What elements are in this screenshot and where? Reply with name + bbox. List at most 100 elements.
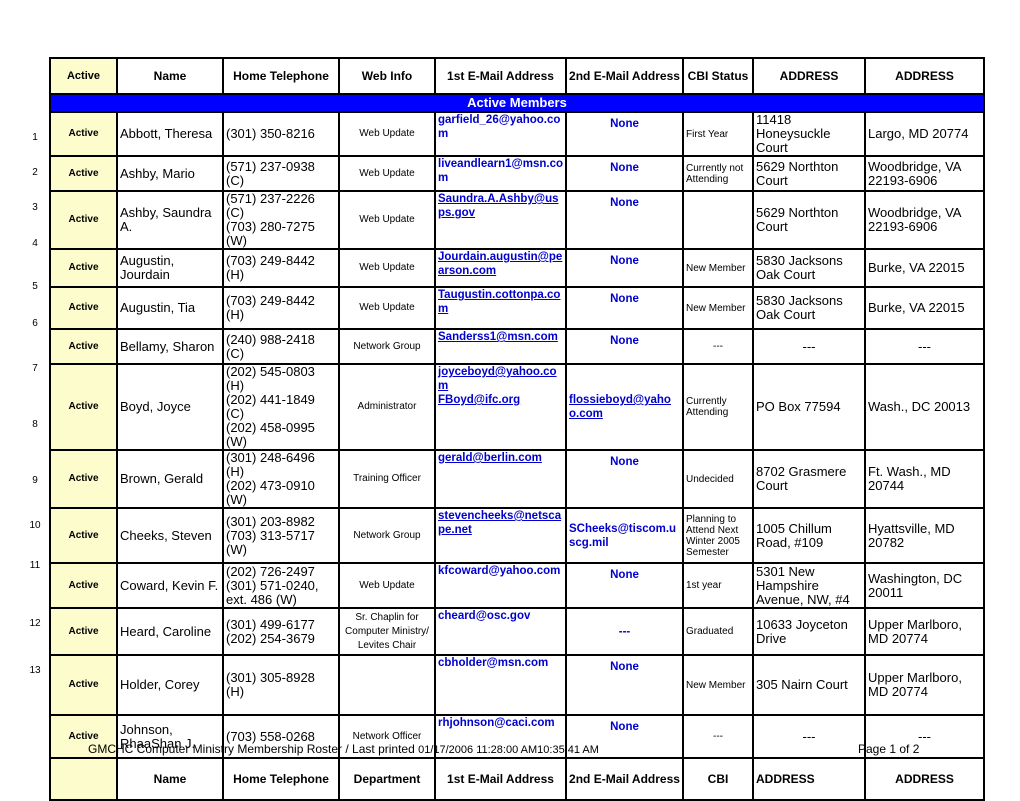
member-web-info: Web Update bbox=[338, 248, 436, 288]
member-email1-cell: Saundra.A.Ashby@usps.gov bbox=[434, 190, 567, 250]
header-name: Name bbox=[116, 57, 224, 95]
member-address1: 5629 Northton Court bbox=[752, 190, 866, 250]
member-email1-cell: liveandlearn1@msn.com bbox=[434, 155, 567, 192]
member-rows: Active Abbott, Theresa (301) 350-8216 Web U… bbox=[49, 111, 985, 759]
active-status: Active bbox=[49, 507, 118, 564]
member-address2: Burke, VA 22015 bbox=[864, 286, 985, 330]
member-row: Active Coward, Kevin F. (202) 726-2497 (30… bbox=[49, 562, 985, 609]
member-phone: (301) 499-6177 (202) 254-3679 bbox=[222, 607, 340, 656]
member-row: Active Holder, Corey (301) 305-8928 (H) cbh… bbox=[49, 654, 985, 716]
member-email1-cell: Sanderss1@msn.com bbox=[434, 328, 567, 365]
member-cbi-status: Currently Attending bbox=[682, 363, 754, 451]
member-phone: (240) 988-2418 (C) bbox=[222, 328, 340, 365]
member-email2-cell: flossieboyd@yahoo.com bbox=[565, 363, 684, 451]
member-address2: Woodbridge, VA 22193-6906 bbox=[864, 190, 985, 250]
member-row: Active Boyd, Joyce (202) 545-0803 (H) (202… bbox=[49, 363, 985, 451]
member-cbi-status: New Member bbox=[682, 654, 754, 716]
row-number: 2 bbox=[32, 167, 38, 178]
member-phone: (703) 249-8442 (H) bbox=[222, 248, 340, 288]
member-name: Augustin, Tia bbox=[116, 286, 224, 330]
member-email2-link[interactable]: flossieboyd@yahoo.com bbox=[569, 394, 671, 420]
active-status: Active bbox=[49, 328, 118, 365]
active-status: Active bbox=[49, 155, 118, 192]
member-email2[interactable]: SCheeks@tiscom.uscg.mil bbox=[569, 523, 676, 549]
row-number: 4 bbox=[32, 238, 38, 249]
active-status: Active bbox=[49, 111, 118, 157]
member-address2: Wash., DC 20013 bbox=[864, 363, 985, 451]
member-email1-link[interactable]: gerald@berlin.com bbox=[438, 452, 542, 464]
member-cbi-status: New Member bbox=[682, 248, 754, 288]
member-address2: Washington, DC 20011 bbox=[864, 562, 985, 609]
member-address2: Upper Marlboro, MD 20774 bbox=[864, 607, 985, 656]
member-cbi-status bbox=[682, 190, 754, 250]
member-row: Active Brown, Gerald (301) 248-6496 (H) (2… bbox=[49, 449, 985, 509]
member-email1-link[interactable]: Jourdain.augustin@pearson.com bbox=[438, 251, 562, 277]
member-email1b-link[interactable]: FBoyd@ifc.org bbox=[438, 394, 520, 406]
member-email1-link[interactable]: Taugustin.cottonpa.com bbox=[438, 289, 560, 315]
membership-roster-table: Active Name Home Telephone Web Info 1st … bbox=[49, 57, 985, 801]
member-email1[interactable]: cheard@osc.gov bbox=[438, 610, 530, 622]
header-home-telephone: Home Telephone bbox=[222, 57, 340, 95]
member-name: Coward, Kevin F. bbox=[116, 562, 224, 609]
member-web-info: Training Officer bbox=[338, 449, 436, 509]
footer-header-address2: ADDRESS bbox=[864, 757, 985, 801]
member-cbi-status: First Year bbox=[682, 111, 754, 157]
page-footer-title: GMCHC Computer Ministry Membership Roste… bbox=[88, 742, 599, 756]
member-email2: None bbox=[565, 286, 684, 330]
member-email1-link[interactable]: stevencheeks@netscape.net bbox=[438, 510, 561, 536]
member-web-info: Web Update bbox=[338, 562, 436, 609]
member-name: Ashby, Mario bbox=[116, 155, 224, 192]
row-number: 10 bbox=[29, 520, 41, 531]
member-address1: 1005 Chillum Road, #109 bbox=[752, 507, 866, 564]
member-name: Boyd, Joyce bbox=[116, 363, 224, 451]
footer-header-home-telephone: Home Telephone bbox=[222, 757, 340, 801]
member-web-info: Web Update bbox=[338, 286, 436, 330]
footer-title-text: GMCHC Computer Ministry Membership Roste… bbox=[88, 742, 419, 756]
member-email1-cell: kfcoward@yahoo.com bbox=[434, 562, 567, 609]
active-status: Active bbox=[49, 248, 118, 288]
member-email2: --- bbox=[565, 607, 684, 656]
member-phone: (301) 203-8982 (703) 313-5717 (W) bbox=[222, 507, 340, 564]
member-name: Ashby, Saundra A. bbox=[116, 190, 224, 250]
footer-header-email2: 2nd E-Mail Address bbox=[565, 757, 684, 801]
active-status: Active bbox=[49, 190, 118, 250]
member-email1[interactable]: cbholder@msn.com bbox=[438, 657, 548, 669]
member-email1-cell: gerald@berlin.com bbox=[434, 449, 567, 509]
member-email1[interactable]: kfcoward@yahoo.com bbox=[438, 565, 560, 577]
member-email1-link[interactable]: joyceboyd@yahoo.com bbox=[438, 366, 557, 392]
member-name: Augustin, Jourdain bbox=[116, 248, 224, 288]
member-web-info: Sr. Chaplin for Computer Ministry/ Levit… bbox=[338, 607, 436, 656]
header-address1: ADDRESS bbox=[752, 57, 866, 95]
member-web-info: Network Group bbox=[338, 328, 436, 365]
member-address1: 5629 Northton Court bbox=[752, 155, 866, 192]
member-address1: 305 Nairn Court bbox=[752, 654, 866, 716]
member-address1: --- bbox=[752, 714, 866, 759]
member-email1-cell: Taugustin.cottonpa.com bbox=[434, 286, 567, 330]
member-email1[interactable]: liveandlearn1@msn.com bbox=[438, 158, 563, 184]
member-address2: Upper Marlboro, MD 20774 bbox=[864, 654, 985, 716]
active-status: Active bbox=[49, 449, 118, 509]
member-address2: Woodbridge, VA 22193-6906 bbox=[864, 155, 985, 192]
row-number: 3 bbox=[32, 202, 38, 213]
member-name: Bellamy, Sharon bbox=[116, 328, 224, 365]
member-row: Active Bellamy, Sharon (240) 988-2418 (C) N… bbox=[49, 328, 985, 365]
section-title: Active Members bbox=[49, 93, 985, 113]
member-email1-link[interactable]: Sanderss1@msn.com bbox=[438, 331, 558, 343]
member-email2: None bbox=[565, 562, 684, 609]
header-cbi-status: CBI Status bbox=[682, 57, 754, 95]
member-web-info: Web Update bbox=[338, 111, 436, 157]
member-phone: (301) 248-6496 (H) (202) 473-0910 (W) bbox=[222, 449, 340, 509]
member-address1: 10633 Joyceton Drive bbox=[752, 607, 866, 656]
member-email1[interactable]: garfield_26@yahoo.com bbox=[438, 114, 560, 140]
member-address2: Burke, VA 22015 bbox=[864, 248, 985, 288]
member-email1-cell: garfield_26@yahoo.com bbox=[434, 111, 567, 157]
member-cbi-status: New Member bbox=[682, 286, 754, 330]
member-email1-link[interactable]: Saundra.A.Ashby@usps.gov bbox=[438, 193, 559, 219]
member-email1[interactable]: rhjohnson@caci.com bbox=[438, 717, 555, 729]
member-row: Active Augustin, Jourdain (703) 249-8442 (… bbox=[49, 248, 985, 288]
member-web-info: Web Update bbox=[338, 190, 436, 250]
member-email1-cell: joyceboyd@yahoo.com FBoyd@ifc.org bbox=[434, 363, 567, 451]
member-email1-cell: cheard@osc.gov bbox=[434, 607, 567, 656]
member-email2: None bbox=[565, 328, 684, 365]
member-address1: --- bbox=[752, 328, 866, 365]
